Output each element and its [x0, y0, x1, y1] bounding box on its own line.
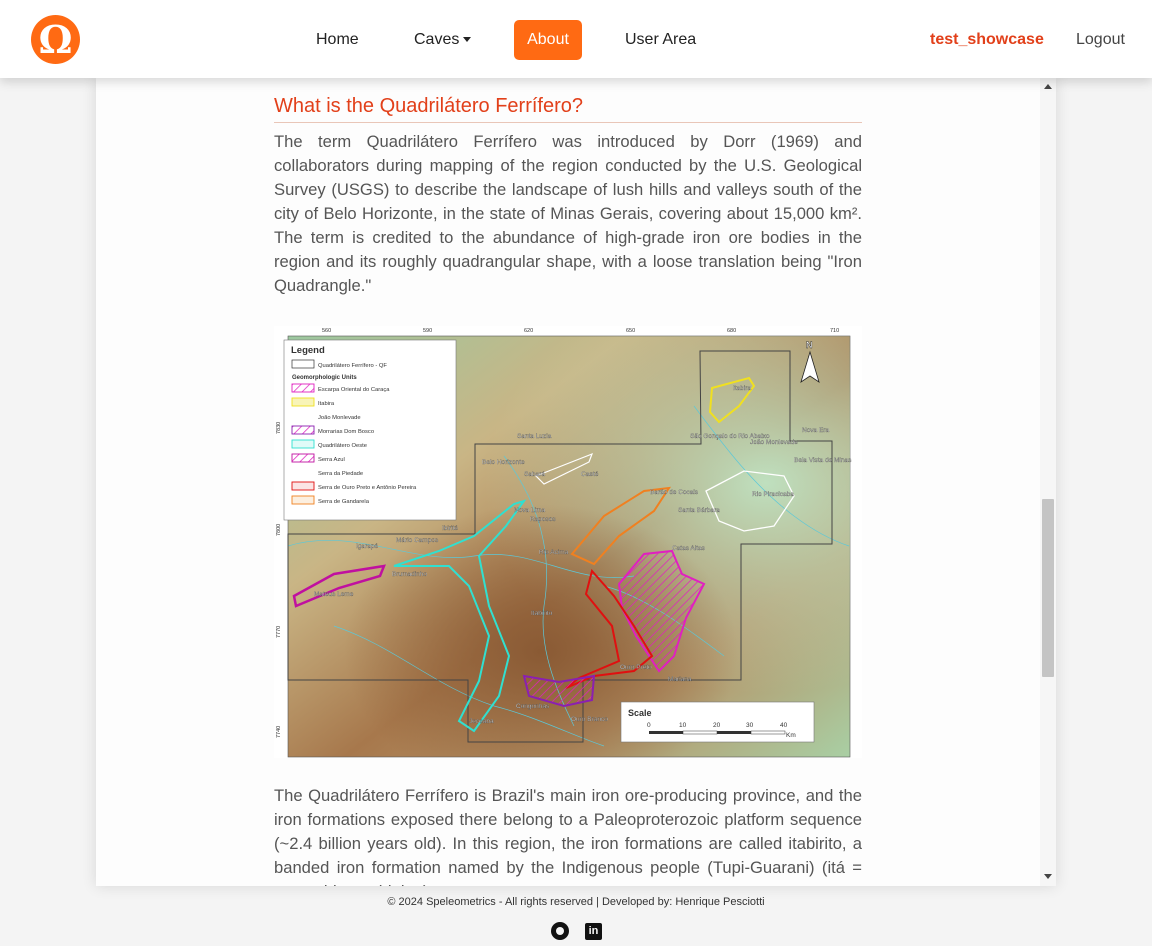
place-label: Raposos	[530, 516, 556, 523]
tick-label: 560	[322, 328, 331, 334]
place-label: Igarapé	[356, 543, 378, 550]
nav-caves-dropdown[interactable]: Caves	[400, 20, 485, 60]
map-legend: Legend Quadrilátero Ferrífero - QF Geomo…	[283, 339, 457, 521]
navbar: Ω Home Caves About User Area test_showca…	[0, 0, 1152, 78]
place-label: Bela Vista de Minas	[794, 457, 852, 464]
linkedin-icon[interactable]: in	[585, 923, 602, 940]
place-label: Rio Piracicaba	[752, 491, 794, 498]
omega-logo-icon: Ω	[38, 16, 73, 62]
place-label: Ouro Preto	[620, 664, 652, 671]
nav-home[interactable]: Home	[302, 20, 373, 60]
tick-label: 650	[626, 328, 635, 334]
legend-item: Escarpa Oriental do Caraça	[318, 387, 390, 393]
place-label: Mariana	[668, 676, 692, 683]
section-heading: What is the Quadrilátero Ferrífero?	[274, 95, 862, 123]
place-label: Nova Era	[802, 427, 829, 434]
scroll-thumb[interactable]	[1042, 499, 1054, 677]
legend-item: Serra da Piedade	[318, 471, 363, 477]
nav-caves-label: Caves	[414, 31, 460, 48]
place-label: Jeceaba	[469, 718, 494, 725]
nav-user-area[interactable]: User Area	[611, 20, 710, 60]
place-label: Caeté	[581, 471, 599, 478]
tick-label: 590	[423, 328, 432, 334]
legend-item: Morrarias Dom Bosco	[318, 429, 374, 435]
place-label: Santa Luzia	[517, 433, 552, 440]
place-label: Belo Horizonte	[482, 459, 525, 466]
tick-label: 620	[524, 328, 533, 334]
second-paragraph: The Quadrilátero Ferrífero is Brazil's m…	[274, 786, 862, 886]
tick-label: 7800	[276, 524, 282, 536]
scroll-down-arrow-icon[interactable]	[1044, 874, 1052, 879]
place-label: Nova Lima	[514, 507, 545, 514]
scale-title: Scale	[628, 708, 652, 718]
place-label: Mário Campos	[396, 537, 439, 544]
legend-boundary-label: Quadrilátero Ferrífero - QF	[318, 363, 387, 369]
nav-about[interactable]: About	[514, 20, 582, 60]
tick-label: 710	[830, 328, 839, 334]
place-label: Itabirito	[531, 610, 553, 617]
legend-item: João Monlevade	[318, 415, 361, 421]
legend-units-title: Geomorphologic Units	[292, 375, 357, 381]
scroll-up-arrow-icon[interactable]	[1044, 84, 1052, 89]
north-label: N	[806, 340, 813, 350]
legend-item: Quadrilátero Oeste	[318, 443, 367, 449]
tick-label: 7830	[276, 422, 282, 434]
legend-title: Legend	[291, 345, 325, 356]
footer-text: © 2024 Speleometrics - All rights reserv…	[387, 896, 765, 908]
logo[interactable]: Ω	[31, 15, 80, 64]
place-label: Barão de Cocais	[650, 489, 699, 496]
top-ticks: 560 590 620 650 680 710	[322, 328, 839, 334]
username-link[interactable]: test_showcase	[930, 20, 1044, 60]
logout-link[interactable]: Logout	[1076, 20, 1125, 60]
tick-label: 7770	[276, 626, 282, 638]
place-label: Ouro Branco	[571, 716, 608, 723]
place-label: Rio Acima	[539, 549, 569, 556]
caret-down-icon	[463, 37, 472, 43]
quadrilatero-map: 560 590 620 650 680 710 7830 7800 7770 7…	[274, 326, 862, 758]
place-label: Brumadinho	[392, 571, 427, 578]
legend-item: Itabira	[318, 401, 335, 407]
scale-tick: 0	[647, 722, 651, 729]
map-scale: Scale 0 10 20 30 40 Km	[620, 701, 815, 743]
scale-tick: 20	[713, 722, 721, 729]
github-icon[interactable]	[551, 922, 569, 940]
scale-tick: 10	[679, 722, 687, 729]
legend-item: Serra Azul	[318, 457, 345, 463]
footer-social-links: in	[548, 922, 606, 942]
tick-label: 7740	[276, 726, 282, 738]
place-label: Mateus Leme	[314, 591, 354, 598]
left-ticks: 7830 7800 7770 7740	[276, 422, 282, 738]
legend-item: Serra de Gandarela	[318, 499, 370, 505]
legend-item: Serra de Ouro Preto e Antônio Pereira	[318, 485, 417, 491]
place-label: Santa Bárbara	[678, 507, 720, 514]
place-label: Congonhas	[516, 703, 550, 710]
page-scrollbar[interactable]	[1040, 78, 1056, 886]
place-label: Ibirité	[442, 525, 458, 532]
place-label: Catas Altas	[672, 545, 706, 552]
scale-unit: Km	[786, 732, 796, 739]
scale-tick: 40	[780, 722, 788, 729]
content-card: What is the Quadrilátero Ferrífero? The …	[96, 78, 1056, 886]
scale-tick: 30	[746, 722, 754, 729]
place-label: Sabará	[524, 471, 545, 478]
place-label: João Monlevade	[750, 439, 798, 446]
tick-label: 680	[727, 328, 736, 334]
place-label: Itabira	[733, 385, 751, 392]
intro-paragraph: The term Quadrilátero Ferrífero was intr…	[274, 132, 862, 295]
